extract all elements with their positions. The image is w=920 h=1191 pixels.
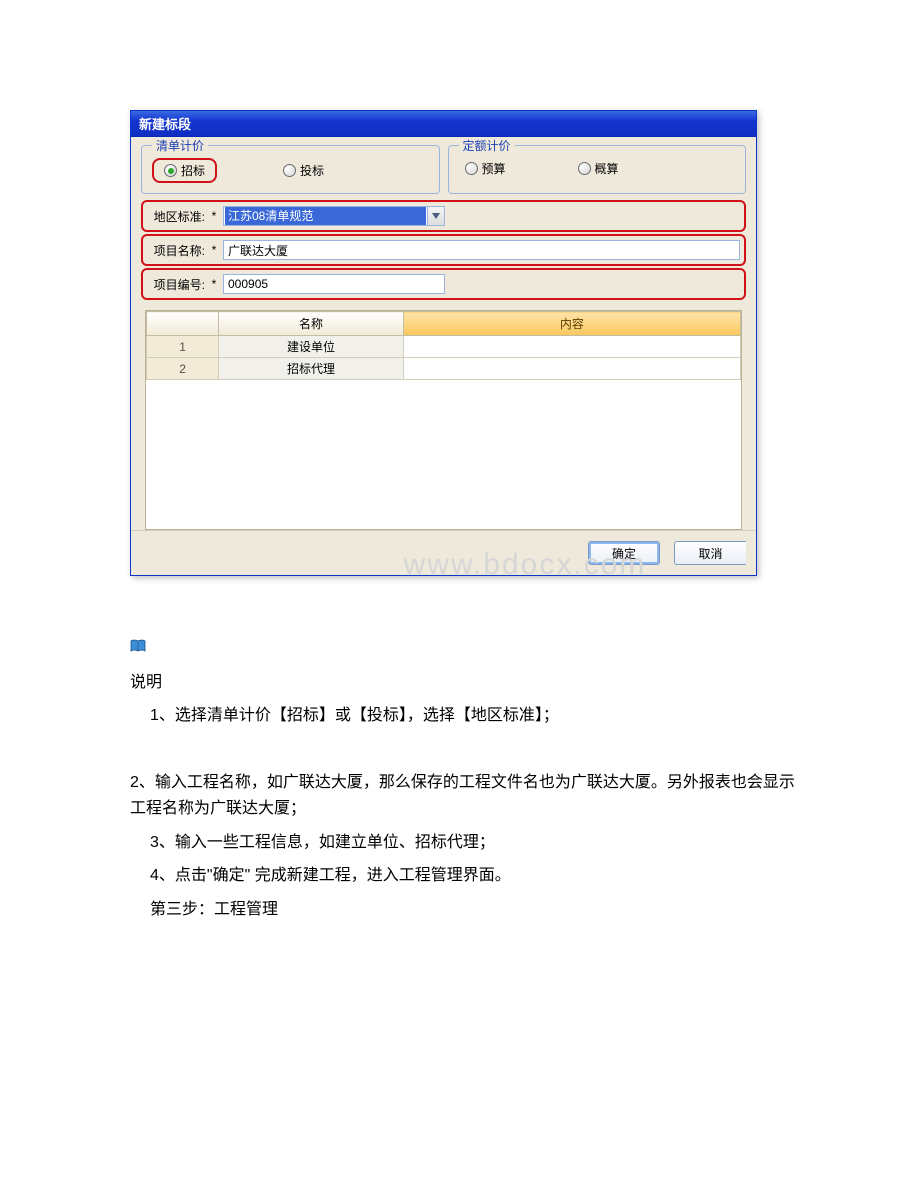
project-code-input[interactable] [223, 274, 445, 294]
dialog-titlebar[interactable]: 新建标段 [131, 111, 756, 137]
row-content-cell[interactable] [403, 336, 740, 358]
required-asterisk: * [207, 209, 221, 223]
required-asterisk: * [207, 277, 221, 291]
radio-estimate[interactable]: 概算 [572, 158, 625, 179]
required-asterisk: * [207, 243, 221, 257]
radio-label: 投标 [300, 162, 324, 179]
row-region-standard: 地区标准: * 江苏08清单规范 [141, 200, 746, 232]
radio-dot-icon [164, 164, 177, 177]
table-row[interactable]: 2 招标代理 [147, 358, 741, 380]
radio-label: 招标 [181, 162, 205, 179]
cancel-button[interactable]: 取消 [674, 541, 746, 565]
region-combo[interactable]: 江苏08清单规范 [223, 206, 445, 226]
doc-p4: 4、点击"确定" 完成新建工程，进入工程管理界面。 [130, 863, 810, 889]
radio-budget[interactable]: 预算 [459, 158, 512, 179]
row-index: 1 [147, 336, 219, 358]
radio-tender[interactable]: 投标 [277, 160, 330, 181]
book-icon [130, 636, 146, 650]
fieldset-quota-pricing: 定额计价 预算 概算 [448, 145, 747, 194]
col-header-content[interactable]: 内容 [403, 312, 740, 336]
doc-p2: 2、输入工程名称，如广联达大厦，那么保存的工程文件名也为广联达大厦。另外报表也会… [130, 770, 810, 821]
project-name-input[interactable] [223, 240, 740, 260]
row-index: 2 [147, 358, 219, 380]
field-label: 地区标准: [147, 208, 205, 225]
fieldset-legend: 定额计价 [459, 137, 515, 154]
button-label: 取消 [698, 545, 722, 562]
fieldset-legend: 清单计价 [152, 137, 208, 154]
row-name: 建设单位 [219, 336, 404, 358]
row-name: 招标代理 [219, 358, 404, 380]
radio-dot-icon [578, 162, 591, 175]
button-label: 确定 [612, 545, 636, 562]
radio-dot-icon [283, 164, 296, 177]
field-label: 项目名称: [147, 242, 205, 259]
doc-heading: 说明 [130, 670, 810, 696]
row-content-cell[interactable] [403, 358, 740, 380]
col-header-name[interactable]: 名称 [219, 312, 404, 336]
radio-dot-icon [465, 162, 478, 175]
field-label: 项目编号: [147, 276, 205, 293]
table-row[interactable]: 1 建设单位 [147, 336, 741, 358]
radio-label: 预算 [482, 160, 506, 177]
radio-bid[interactable]: 招标 [152, 158, 217, 183]
ok-button[interactable]: 确定 [588, 541, 660, 565]
fieldset-list-pricing: 清单计价 招标 投标 [141, 145, 440, 194]
col-header-index[interactable] [147, 312, 219, 336]
document-body: 说明 1、选择清单计价【招标】或【投标】，选择【地区标准】； 2、输入工程名称，… [0, 610, 920, 970]
doc-p3: 3、输入一些工程信息，如建立单位、招标代理； [130, 830, 810, 856]
row-project-name: 项目名称: * [141, 234, 746, 266]
doc-p1: 1、选择清单计价【招标】或【投标】，选择【地区标准】； [130, 703, 810, 729]
combo-selected-value: 江苏08清单规范 [225, 207, 426, 225]
doc-p5: 第三步：工程管理 [130, 897, 810, 923]
new-section-dialog: 新建标段 清单计价 招标 投标 定额计价 [130, 110, 757, 576]
dialog-title: 新建标段 [139, 114, 191, 133]
info-grid[interactable]: 名称 内容 1 建设单位 2 招标代理 [145, 310, 742, 530]
row-project-code: 项目编号: * [141, 268, 746, 300]
radio-label: 概算 [595, 160, 619, 177]
chevron-down-icon[interactable] [427, 207, 444, 225]
